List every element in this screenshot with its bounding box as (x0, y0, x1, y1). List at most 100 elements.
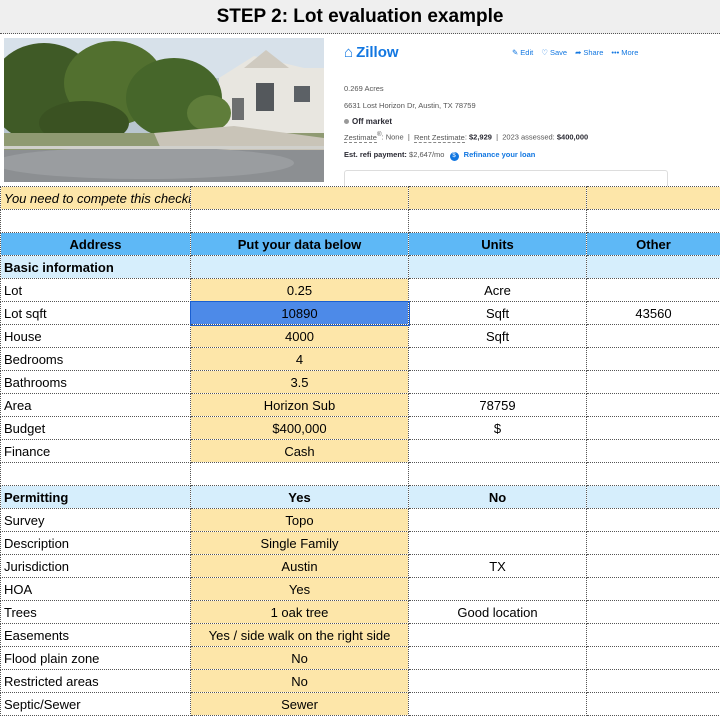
cell[interactable] (190, 186, 409, 210)
row-value[interactable]: 4 (190, 347, 409, 371)
row-unit[interactable] (408, 370, 587, 394)
row-other[interactable] (586, 439, 720, 463)
save-action[interactable]: ♡ Save (541, 48, 567, 57)
row-other[interactable] (586, 600, 720, 624)
row-value[interactable]: No (190, 669, 409, 693)
row-unit[interactable] (408, 669, 587, 693)
cell[interactable] (0, 209, 191, 233)
cell[interactable] (408, 209, 587, 233)
status-text: Off market (352, 117, 393, 126)
row-unit[interactable]: $ (408, 416, 587, 440)
header-address[interactable]: Address (0, 232, 191, 256)
cell[interactable] (0, 462, 191, 486)
cell[interactable] (586, 255, 720, 279)
cell[interactable] (408, 255, 587, 279)
row-label[interactable]: Bedrooms (0, 347, 191, 371)
row-value[interactable]: 3.5 (190, 370, 409, 394)
row-unit[interactable]: Good location (408, 600, 587, 624)
row-other[interactable] (586, 508, 720, 532)
row-other[interactable] (586, 531, 720, 555)
row-value[interactable]: Topo (190, 508, 409, 532)
row-label[interactable]: Lot sqft (0, 301, 191, 325)
row-other[interactable] (586, 623, 720, 647)
row-value[interactable]: 1 oak tree (190, 600, 409, 624)
row-value[interactable]: Sewer (190, 692, 409, 716)
row-value[interactable]: $400,000 (190, 416, 409, 440)
row-unit[interactable] (408, 531, 587, 555)
row-unit[interactable]: Acre (408, 278, 587, 302)
row-label[interactable]: Area (0, 393, 191, 417)
row-other[interactable] (586, 646, 720, 670)
row-value[interactable]: No (190, 646, 409, 670)
row-value[interactable]: 0.25 (190, 278, 409, 302)
permitting-no-header[interactable]: No (408, 485, 587, 509)
section-permitting-title[interactable]: Permitting (0, 485, 191, 509)
row-label[interactable]: Septic/Sewer (0, 692, 191, 716)
header-data[interactable]: Put your data below (190, 232, 409, 256)
row-label[interactable]: Restricted areas (0, 669, 191, 693)
row-other[interactable] (586, 370, 720, 394)
row-label[interactable]: Lot (0, 278, 191, 302)
row-label[interactable]: Easements (0, 623, 191, 647)
row-label[interactable]: Survey (0, 508, 191, 532)
row-unit[interactable] (408, 508, 587, 532)
cell[interactable] (190, 209, 409, 233)
refinance-link[interactable]: Refinance your loan (464, 150, 536, 159)
row-value[interactable]: Horizon Sub (190, 393, 409, 417)
row-label[interactable]: Bathrooms (0, 370, 191, 394)
row-unit[interactable] (408, 692, 587, 716)
row-other[interactable] (586, 669, 720, 693)
header-units[interactable]: Units (408, 232, 587, 256)
row-label[interactable]: Budget (0, 416, 191, 440)
row-label[interactable]: Flood plain zone (0, 646, 191, 670)
row-other[interactable] (586, 347, 720, 371)
row-other[interactable] (586, 554, 720, 578)
row-value[interactable]: 10890 (189, 300, 410, 326)
notice-cell[interactable]: You need to compete this checklist for e… (0, 186, 191, 210)
row-value[interactable]: Single Family (190, 531, 409, 555)
row-value[interactable]: 4000 (190, 324, 409, 348)
row-other[interactable] (586, 577, 720, 601)
rent-zestimate-label[interactable]: Rent Zestimate (413, 132, 465, 143)
section-basic-title[interactable]: Basic information (0, 255, 191, 279)
more-action[interactable]: ••• More (611, 48, 638, 57)
row-value[interactable]: Yes / side walk on the right side (190, 623, 409, 647)
row-other[interactable]: 43560 (586, 301, 720, 325)
row-unit[interactable] (408, 623, 587, 647)
cell[interactable] (190, 462, 409, 486)
row-unit[interactable] (408, 577, 587, 601)
row-unit[interactable] (408, 646, 587, 670)
row-unit[interactable]: 78759 (408, 393, 587, 417)
zestimate-label[interactable]: Zestimate (344, 132, 377, 143)
row-unit[interactable]: TX (408, 554, 587, 578)
row-unit[interactable]: Sqft (408, 324, 587, 348)
row-other[interactable] (586, 416, 720, 440)
edit-action[interactable]: ✎ Edit (512, 48, 533, 57)
cell[interactable] (408, 186, 587, 210)
permitting-yes-header[interactable]: Yes (190, 485, 409, 509)
cell[interactable] (190, 255, 409, 279)
row-other[interactable] (586, 324, 720, 348)
row-other[interactable] (586, 393, 720, 417)
cell[interactable] (586, 462, 720, 486)
row-other[interactable] (586, 692, 720, 716)
row-label[interactable]: Description (0, 531, 191, 555)
row-unit[interactable] (408, 439, 587, 463)
row-unit[interactable] (408, 347, 587, 371)
cell[interactable] (586, 209, 720, 233)
row-label[interactable]: Trees (0, 600, 191, 624)
row-label[interactable]: House (0, 324, 191, 348)
cell[interactable] (408, 462, 587, 486)
header-other[interactable]: Other (586, 232, 720, 256)
row-label[interactable]: Finance (0, 439, 191, 463)
cell[interactable] (586, 485, 720, 509)
row-other[interactable] (586, 278, 720, 302)
cell[interactable] (586, 186, 720, 210)
row-label[interactable]: Jurisdiction (0, 554, 191, 578)
row-value[interactable]: Cash (190, 439, 409, 463)
row-label[interactable]: HOA (0, 577, 191, 601)
row-value[interactable]: Yes (190, 577, 409, 601)
share-action[interactable]: ➦ Share (575, 48, 603, 57)
row-unit[interactable]: Sqft (408, 301, 587, 325)
row-value[interactable]: Austin (190, 554, 409, 578)
